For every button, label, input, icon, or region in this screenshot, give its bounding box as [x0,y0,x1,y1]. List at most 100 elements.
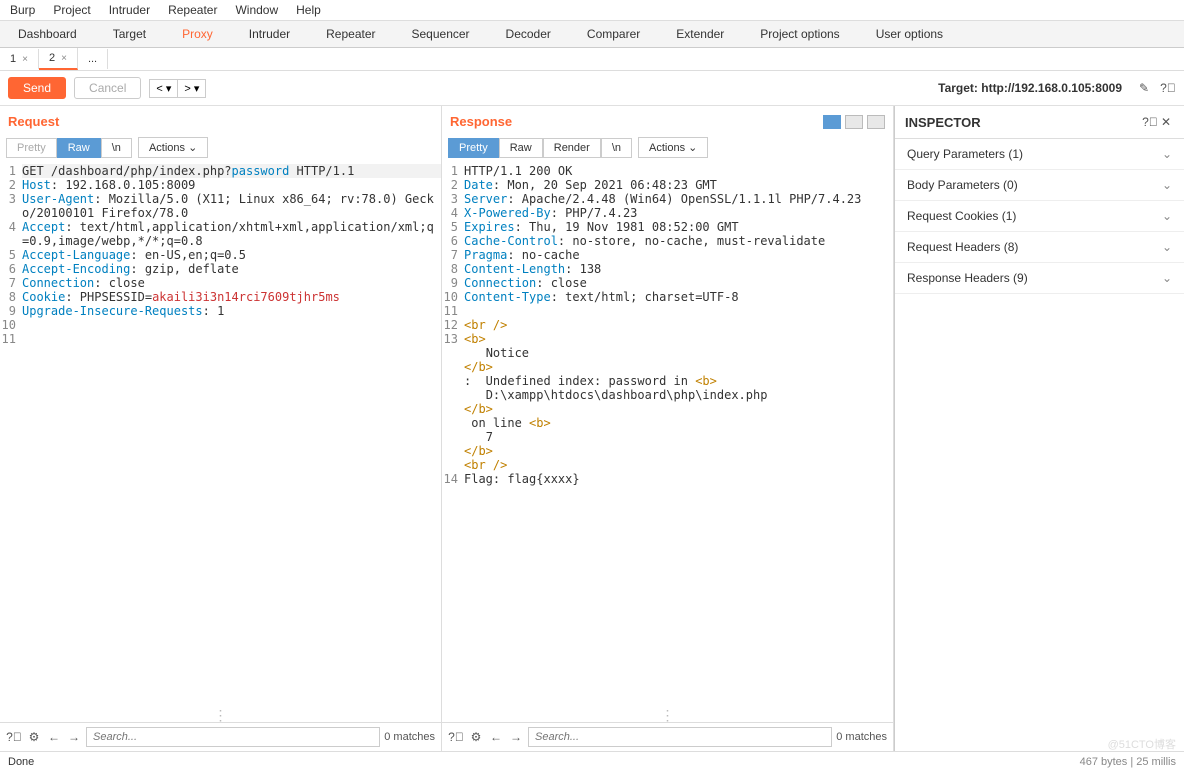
repeater-tab[interactable]: 1× [0,49,39,69]
repeater-tab[interactable]: 2× [39,48,78,70]
tool-tab-decoder[interactable]: Decoder [488,21,569,47]
status-bar: Done 467 bytes | 25 millis [0,751,1184,772]
close-icon[interactable]: × [22,54,28,65]
chevron-down-icon: ⌄ [1162,178,1172,192]
line-number [442,360,464,374]
request-match-count: 0 matches [384,731,435,743]
line-number: 13 [442,332,464,346]
line-number: 7 [0,276,22,290]
chevron-down-icon: ⌄ [1162,240,1172,254]
send-button[interactable]: Send [8,77,66,99]
tool-tab-user-options[interactable]: User options [858,21,961,47]
line-number: 2 [0,178,22,192]
request-editor[interactable]: 1GET /dashboard/php/index.php?password H… [0,162,441,708]
line-number: 3 [442,192,464,206]
resize-handle[interactable]: ⋮ [0,708,441,722]
tool-tab-target[interactable]: Target [95,21,164,47]
menu-window[interactable]: Window [235,3,278,17]
history-back-button[interactable]: < ▾ [149,79,177,98]
help-icon[interactable]: ?⃝ [448,729,464,745]
chevron-down-icon: ⌄ [1162,209,1172,223]
line-number: 8 [0,290,22,304]
nav-prev-icon[interactable]: ← [488,729,504,745]
history-fwd-button[interactable]: > ▾ [177,79,206,98]
line-number: 4 [0,220,22,248]
line-number [442,346,464,360]
help-icon[interactable]: ?⃝ [1160,80,1176,96]
line-number: 14 [442,472,464,486]
cancel-button[interactable]: Cancel [74,77,141,99]
line-number: 9 [0,304,22,318]
nav-prev-icon[interactable]: ← [46,729,62,745]
close-icon[interactable]: ✕ [1158,114,1174,130]
response-title: Response [450,114,512,129]
line-number: 9 [442,276,464,290]
inspector-section[interactable]: Request Headers (8)⌄ [895,232,1184,263]
menu-intruder[interactable]: Intruder [109,3,150,17]
tool-tab-extender[interactable]: Extender [658,21,742,47]
line-number [442,458,464,472]
tool-tab-intruder[interactable]: Intruder [231,21,308,47]
line-number [442,388,464,402]
inspector-title: INSPECTOR [905,115,981,130]
menu-repeater[interactable]: Repeater [168,3,217,17]
chevron-down-icon: ⌄ [1162,271,1172,285]
layout-single-icon[interactable] [867,115,885,129]
nav-next-icon[interactable]: → [66,729,82,745]
view-tab[interactable]: Raw [57,138,101,158]
inspector-section[interactable]: Response Headers (9)⌄ [895,263,1184,294]
close-icon[interactable]: × [61,53,67,64]
action-row: Send Cancel < ▾ > ▾ Target: http://192.1… [0,71,1184,106]
line-number: 10 [0,318,22,332]
layout-split-icon[interactable] [823,115,841,129]
help-icon[interactable]: ?⃝ [1142,114,1158,130]
help-icon[interactable]: ?⃝ [6,729,22,745]
view-tab[interactable]: \n [601,138,632,158]
layout-horiz-icon[interactable] [845,115,863,129]
line-number: 12 [442,318,464,332]
view-tab[interactable]: Raw [499,138,543,158]
view-tab[interactable]: \n [101,138,132,158]
menu-burp[interactable]: Burp [10,3,35,17]
view-tab[interactable]: Pretty [6,138,57,158]
menu-help[interactable]: Help [296,3,321,17]
actions-menu[interactable]: Actions ⌄ [638,137,708,158]
line-number: 5 [442,220,464,234]
tool-tab-project-options[interactable]: Project options [742,21,857,47]
request-search-input[interactable] [86,727,380,747]
resize-handle[interactable]: ⋮ [442,708,893,722]
inspector-section[interactable]: Request Cookies (1)⌄ [895,201,1184,232]
actions-menu[interactable]: Actions ⌄ [138,137,208,158]
line-number: 1 [0,164,22,178]
line-number [442,402,464,416]
tool-tab-sequencer[interactable]: Sequencer [394,21,488,47]
status-left: Done [8,756,34,768]
repeater-tab[interactable]: ... [78,49,108,69]
response-match-count: 0 matches [836,731,887,743]
line-number: 4 [442,206,464,220]
target-label: Target: http://192.168.0.105:8009 [938,81,1122,95]
line-number: 6 [442,234,464,248]
view-tab[interactable]: Pretty [448,138,499,158]
gear-icon[interactable]: ⚙ [26,729,42,745]
line-number: 3 [0,192,22,220]
tool-tab-dashboard[interactable]: Dashboard [0,21,95,47]
line-number [442,374,464,388]
line-number: 7 [442,248,464,262]
menu-project[interactable]: Project [53,3,90,17]
line-number: 11 [0,332,22,346]
line-number: 8 [442,262,464,276]
edit-target-icon[interactable]: ✎ [1136,80,1152,96]
tool-tab-comparer[interactable]: Comparer [569,21,658,47]
view-tab[interactable]: Render [543,138,601,158]
menu-bar: Burp Project Intruder Repeater Window Help [0,0,1184,21]
inspector-section[interactable]: Query Parameters (1)⌄ [895,139,1184,170]
tool-tab-repeater[interactable]: Repeater [308,21,393,47]
nav-next-icon[interactable]: → [508,729,524,745]
line-number: 11 [442,304,464,318]
gear-icon[interactable]: ⚙ [468,729,484,745]
tool-tab-proxy[interactable]: Proxy [164,21,231,47]
inspector-section[interactable]: Body Parameters (0)⌄ [895,170,1184,201]
response-search-input[interactable] [528,727,832,747]
response-viewer[interactable]: 1HTTP/1.1 200 OK2Date: Mon, 20 Sep 2021 … [442,162,893,708]
